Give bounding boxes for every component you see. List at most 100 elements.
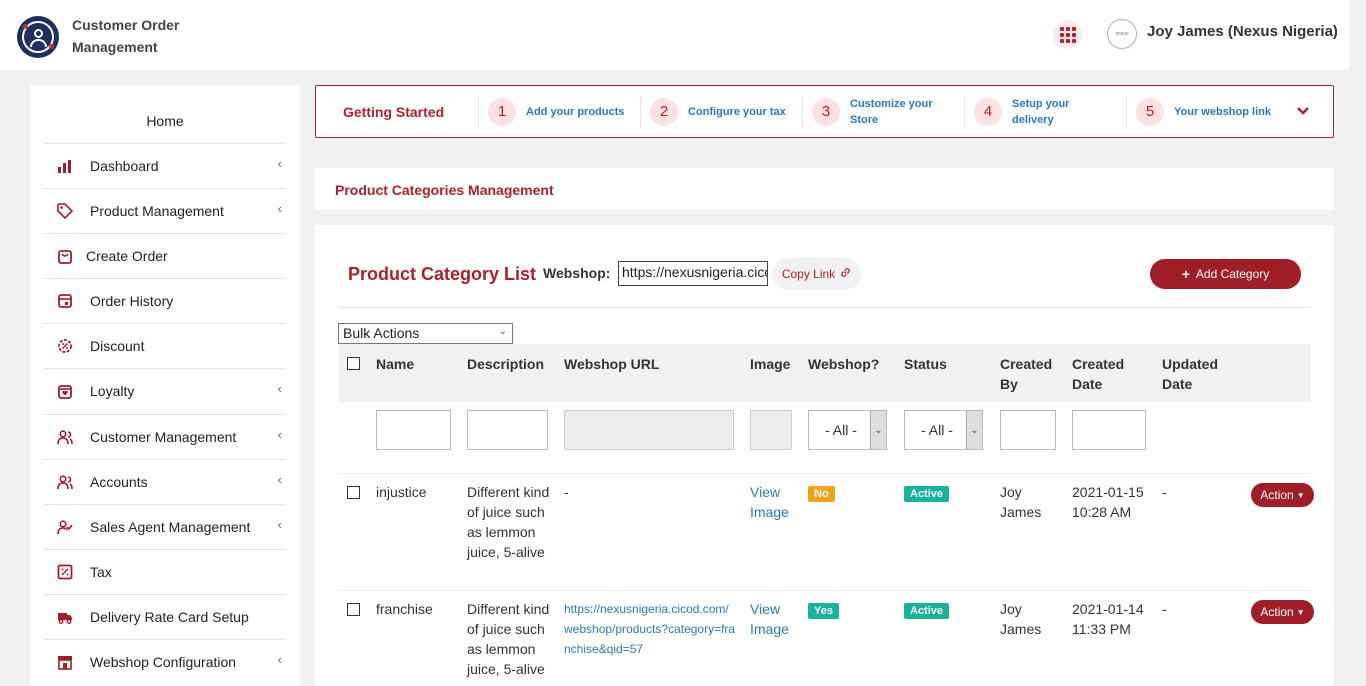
page-header: Product Categories Management xyxy=(315,168,1334,210)
row-checkbox[interactable] xyxy=(347,486,360,499)
sidebar-item-order-history[interactable]: Order History xyxy=(44,278,286,323)
col-webshop-url[interactable]: Webshop URL xyxy=(564,354,659,374)
scrollbar[interactable] xyxy=(1349,0,1366,686)
sidebar-item-loyalty[interactable]: Loyalty ‹ xyxy=(44,368,286,413)
store-icon xyxy=(50,654,80,670)
step-label: Your webshop link xyxy=(1174,105,1271,118)
filter-name-input[interactable] xyxy=(376,410,451,450)
sidebar-item-label: Accounts xyxy=(90,474,148,490)
row-updated-date: - xyxy=(1162,484,1167,500)
status-badge: Active xyxy=(904,486,950,502)
sidebar-item-customer-management[interactable]: Customer Management ‹ xyxy=(44,414,286,459)
col-name[interactable]: Name xyxy=(376,354,414,374)
copy-link-button[interactable]: Copy Link xyxy=(772,258,861,290)
action-button[interactable]: Action ▼ xyxy=(1251,483,1314,507)
avatar[interactable]: nexus xyxy=(1107,19,1137,49)
chevron-down-icon[interactable] xyxy=(1296,104,1310,123)
plus-icon: + xyxy=(1181,266,1190,282)
action-button[interactable]: Action ▼ xyxy=(1251,600,1314,624)
users-icon xyxy=(50,429,80,445)
sidebar-item-sales-agent-management[interactable]: Sales Agent Management ‹ xyxy=(44,504,286,549)
sidebar-item-accounts[interactable]: Accounts ‹ xyxy=(44,459,286,504)
sidebar-item-label: Order History xyxy=(90,293,174,309)
app-title: Customer Order Management xyxy=(72,17,180,55)
sidebar-item-webshop-configuration[interactable]: Webshop Configuration ‹ xyxy=(44,639,286,684)
webshop-label: Webshop: xyxy=(543,265,611,281)
filter-created-date-input[interactable] xyxy=(1072,410,1146,450)
step-number: 2 xyxy=(650,97,678,126)
step-configure-tax[interactable]: 2 Configure your tax xyxy=(650,86,800,137)
action-label: Action xyxy=(1260,488,1294,502)
sidebar-item-label: Delivery Rate Card Setup xyxy=(90,609,249,625)
col-image[interactable]: Image xyxy=(750,354,790,374)
chevron-down-icon: ⌄ xyxy=(966,411,982,449)
sidebar-item-label: Customer Management xyxy=(90,429,237,445)
sidebar-item-delivery-rate-card-setup[interactable]: Delivery Rate Card Setup xyxy=(44,594,286,639)
row-webshop-url: - xyxy=(564,484,569,500)
row-description: Different kind of juice such as lemmon j… xyxy=(467,484,550,560)
sidebar-item-label: Loyalty xyxy=(90,383,135,399)
step-customize-store[interactable]: 3 Customize your Store xyxy=(812,86,950,137)
add-category-button[interactable]: + Add Category xyxy=(1150,259,1301,289)
bulk-actions-select[interactable]: Bulk Actions ⌄ xyxy=(338,323,513,344)
row-created-date: 2021-01-15 10:28 AM xyxy=(1072,484,1144,520)
sidebar-item-tax[interactable]: Tax xyxy=(44,549,286,594)
user-name[interactable]: Joy James (Nexus Nigeria) xyxy=(1147,23,1338,40)
filter-webshop-select[interactable]: - All - ⌄ xyxy=(808,410,887,450)
sidebar-item-label: Sales Agent Management xyxy=(90,519,251,535)
sidebar: Home Dashboard ‹ Product Management ‹ Cr… xyxy=(30,85,300,686)
cart-icon xyxy=(50,248,80,264)
list-title: Product Category List xyxy=(348,264,537,284)
filter-created-by-input[interactable] xyxy=(1000,410,1056,450)
sidebar-item-home[interactable]: Home xyxy=(30,113,300,129)
table-row: injustice Different kind of juice such a… xyxy=(338,474,1314,591)
step-webshop-link[interactable]: 5 Your webshop link xyxy=(1136,86,1289,137)
select-all-checkbox[interactable] xyxy=(347,357,360,370)
row-webshop-url-link[interactable]: https://nexusnigeria.cicod.com/webshop/p… xyxy=(564,599,736,659)
filter-webshop-url-input xyxy=(564,410,734,450)
row-checkbox[interactable] xyxy=(347,603,360,616)
status-badge: Active xyxy=(904,603,950,619)
sidebar-item-label: Product Management xyxy=(90,203,224,219)
action-label: Action xyxy=(1260,605,1294,619)
sidebar-item-discount[interactable]: Discount xyxy=(44,323,286,368)
percent-icon xyxy=(50,564,80,580)
col-updated-date[interactable]: Updated Date xyxy=(1162,354,1232,394)
filter-status-select[interactable]: - All - ⌄ xyxy=(904,410,983,450)
sidebar-item-label: Discount xyxy=(90,338,145,354)
apps-grid-icon[interactable] xyxy=(1053,20,1082,49)
col-webshop[interactable]: Webshop? xyxy=(808,354,879,374)
page-title: Product Categories Management xyxy=(335,182,554,198)
filter-description-input[interactable] xyxy=(467,410,548,450)
table-header: Name Description Webshop URL Image Websh… xyxy=(338,344,1311,402)
step-number: 5 xyxy=(1136,97,1164,126)
webshop-badge: Yes xyxy=(808,603,839,619)
category-list-card: Product Category List Webshop: https://n… xyxy=(315,225,1334,686)
step-setup-delivery[interactable]: 4 Setup your delivery xyxy=(974,86,1092,137)
view-image-link[interactable]: View Image xyxy=(750,599,800,639)
col-created-date[interactable]: Created Date xyxy=(1072,354,1142,394)
chevron-left-icon: ‹ xyxy=(277,156,282,171)
chevron-left-icon: ‹ xyxy=(277,472,282,487)
col-status[interactable]: Status xyxy=(904,354,947,374)
step-add-products[interactable]: 1 Add your products xyxy=(488,86,636,137)
getting-started-title: Getting Started xyxy=(343,104,445,120)
view-image-link[interactable]: View Image xyxy=(750,482,800,522)
link-icon xyxy=(840,267,851,281)
agent-icon xyxy=(50,519,80,535)
col-created-by[interactable]: Created By xyxy=(1000,354,1060,394)
sidebar-item-product-management[interactable]: Product Management ‹ xyxy=(44,188,286,233)
step-label: Customize your Store xyxy=(850,97,933,126)
step-label: Add your products xyxy=(526,105,625,118)
sidebar-item-dashboard[interactable]: Dashboard ‹ xyxy=(44,143,286,188)
sidebar-item-label: Webshop Configuration xyxy=(90,654,237,670)
table-row: franchise Different kind of juice such a… xyxy=(338,591,1314,686)
sidebar-item-create-order[interactable]: Create Order xyxy=(44,233,286,278)
top-bar: Customer Order Management nexus Joy Jame… xyxy=(0,0,1349,70)
chevron-left-icon: ‹ xyxy=(277,427,282,442)
webshop-url-field[interactable]: https://nexusnigeria.cicod.com/webshop xyxy=(618,261,768,286)
app-logo[interactable] xyxy=(17,16,59,58)
chevron-down-icon: ⌄ xyxy=(870,411,886,449)
col-description[interactable]: Description xyxy=(467,354,544,374)
caret-down-icon: ▼ xyxy=(1296,490,1305,500)
